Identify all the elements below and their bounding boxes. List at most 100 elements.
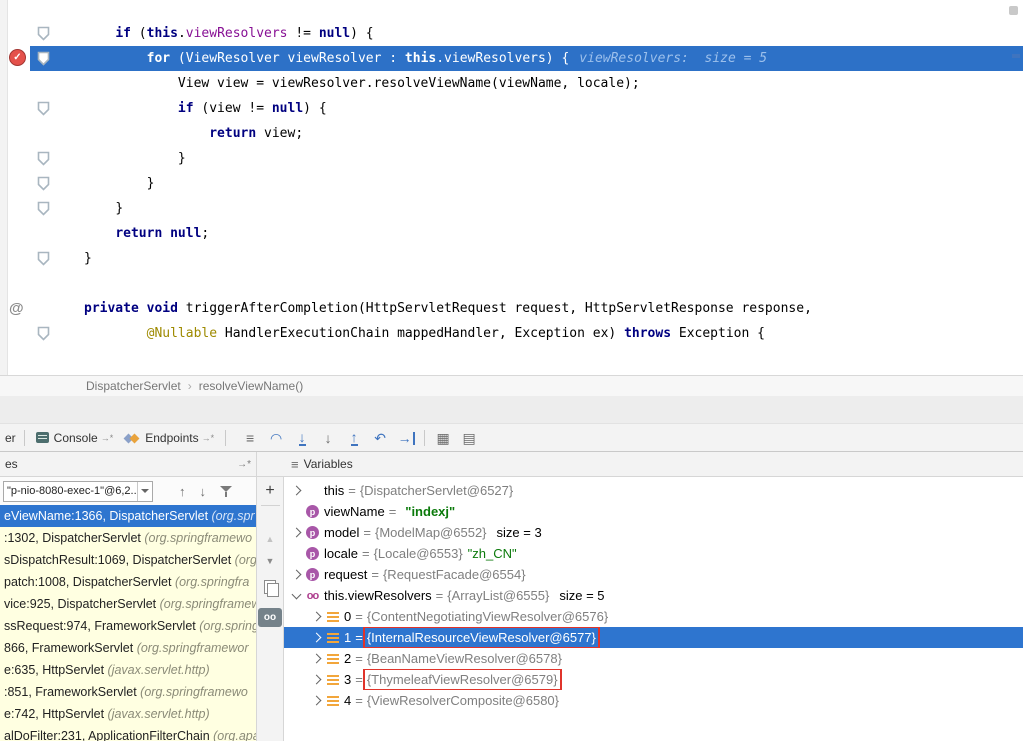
variable-value: {ArrayList@6555} [447,588,549,603]
frame-row[interactable]: :851, FrameworkServlet (org.springframew… [0,681,256,703]
frame-row[interactable]: 866, FrameworkServlet (org.springframewo… [0,637,256,659]
thread-selector[interactable]: "p-nio-8080-exec-1"@6,2... [3,481,153,502]
frames-toolbar: "p-nio-8080-exec-1"@6,2... ↑ ↓ [0,477,256,505]
code-token [162,226,170,241]
inspection-indicator-icon[interactable] [1009,6,1018,15]
variable-value: {ModelMap@6552} [375,525,487,540]
chevron-down-icon[interactable] [288,593,304,598]
filter-icon[interactable] [220,486,232,497]
frame-row[interactable]: eViewName:1366, DispatcherServlet (org.s… [0,505,256,527]
frame-row[interactable]: e:742, HttpServlet (javax.servlet.http) [0,703,256,725]
region-marker-icon[interactable] [37,151,50,166]
chevron-right-icon[interactable] [308,655,324,662]
step-into-icon[interactable]: ↓ [289,429,315,446]
frame-down-icon[interactable]: ↓ [200,484,207,499]
variable-row[interactable]: 2={BeanNameViewResolver@6578} [284,648,1023,669]
variable-row[interactable]: 3={ThymeleafViewResolver@6579} [284,669,1023,690]
frames-panel: es "p-nio-8080-exec-1"@6,2... ↑ ↓ eViewN… [0,452,256,741]
variable-name: request [324,567,367,582]
variable-name: 3 [344,672,351,687]
chevron-right-icon[interactable] [288,529,304,536]
variable-row[interactable]: 4={ViewResolverComposite@6580} [284,690,1023,711]
chevron-right-icon[interactable] [308,676,324,683]
region-marker-icon[interactable] [37,26,50,41]
copy-icon[interactable] [264,580,276,594]
frame-row[interactable]: :1302, DispatcherServlet (org.springfram… [0,527,256,549]
variable-row[interactable]: prequest={RequestFacade@6554} [284,564,1023,585]
frame-row[interactable]: vice:925, DispatcherServlet (org.springf… [0,593,256,615]
separator [424,430,425,446]
variable-value: {RequestFacade@6554} [383,567,526,582]
code-token: HandlerExecutionChain mappedHandler, Exc… [217,326,624,341]
variables-panel: Variables + ▲ ▼ oo this={DispatcherServlet@… [256,452,1023,741]
variable-row[interactable]: 0={ContentNegotiatingViewResolver@6576} [284,606,1023,627]
region-marker-icon[interactable] [37,326,50,341]
code-token: null [272,101,303,116]
tab-console[interactable]: Console [30,429,120,447]
variable-name: 4 [344,693,351,708]
frame-row[interactable]: alDoFilter:231, ApplicationFilterChain (… [0,725,256,741]
pin-icon[interactable] [237,459,251,470]
region-marker-icon[interactable] [37,201,50,216]
tab-endpoints[interactable]: Endpoints [119,429,220,447]
variable-row[interactable]: pmodel={ModelMap@6552}size = 3 [284,522,1023,543]
variable-row[interactable]: pviewName="indexj" [284,501,1023,522]
chevron-right-icon[interactable] [288,487,304,494]
region-marker-icon[interactable] [37,176,50,191]
breakpoint-icon[interactable]: ✓ [9,49,26,66]
view-as-table-icon[interactable]: ▦ [430,430,456,446]
chevron-right-icon[interactable] [308,697,324,704]
layout-menu-icon[interactable]: ≡ [237,430,263,446]
code-line: @Nullable HandlerExecutionChain mappedHa… [0,321,1023,346]
force-step-into-icon[interactable]: ↓ [315,430,341,446]
show-watches-toggle-icon[interactable]: oo [258,608,282,627]
code-token: } [178,151,186,166]
breadcrumb-class[interactable]: DispatcherServlet [86,379,181,393]
region-marker-icon[interactable] [37,51,50,66]
variable-value: {BeanNameViewResolver@6578} [367,651,562,666]
code-token: for [147,51,170,66]
equals-sign: = [385,504,401,519]
scroll-up-icon[interactable]: ▲ [266,534,275,544]
variable-name: this.viewResolvers [324,588,432,603]
run-to-cursor-icon[interactable]: → [393,430,419,446]
variable-row[interactable]: this={DispatcherServlet@6527} [284,480,1023,501]
frame-row[interactable]: patch:1008, DispatcherServlet (org.sprin… [0,571,256,593]
tab-debugger-partial[interactable]: er [2,431,19,445]
frame-up-icon[interactable]: ↑ [179,484,186,499]
chevron-right-icon[interactable] [288,571,304,578]
equals-sign: = [351,672,367,687]
thread-selector-value: "p-nio-8080-exec-1"@6,2... [4,485,137,497]
view-layout-icon[interactable]: ▤ [456,430,482,446]
region-marker-icon[interactable] [37,101,50,116]
execution-point-stripe-mark[interactable] [1012,54,1020,58]
code-token: void [147,301,178,316]
code-token: view; [256,126,303,141]
step-over-icon[interactable]: ◠ [263,430,289,446]
breadcrumb-method[interactable]: resolveViewName() [199,379,303,393]
variable-row[interactable]: plocale={Locale@6553}"zh_CN" [284,543,1023,564]
chevron-right-icon[interactable] [308,613,324,620]
parameter-icon: p [304,526,321,539]
chevron-right-icon[interactable] [308,634,324,641]
code-line: View view = viewResolver.resolveViewName… [0,71,1023,96]
variable-row[interactable]: oothis.viewResolvers={ArrayList@6555}siz… [284,585,1023,606]
code-token: (ViewResolver viewResolver : [170,51,405,66]
frame-row[interactable]: e:635, HttpServlet (javax.servlet.http) [0,659,256,681]
debug-toolbar: er Console Endpoints ≡◠↓↓↑↶→▦▤ [0,424,1023,452]
code-editor[interactable]: ✓ @ if (this.viewResolvers != null) { fo… [0,0,1023,375]
variable-value: {Locale@6553} [374,546,463,561]
variables-title: Variables [304,457,353,471]
drop-frame-icon[interactable]: ↶ [367,430,393,446]
variable-row[interactable]: 1={InternalResourceViewResolver@6577} [284,627,1023,648]
breakpoint-check-icon: ✓ [13,52,21,63]
add-watch-icon[interactable]: + [265,483,274,499]
region-marker-icon[interactable] [37,251,50,266]
annotation-gutter-icon[interactable]: @ [9,300,24,317]
code-token: (view != [194,101,272,116]
step-out-icon[interactable]: ↑ [341,429,367,446]
frame-row[interactable]: sDispatchResult:1069, DispatcherServlet … [0,549,256,571]
equals-sign: = [351,609,367,624]
frame-row[interactable]: ssRequest:974, FrameworkServlet (org.spr… [0,615,256,637]
scroll-down-icon[interactable]: ▼ [266,556,275,566]
